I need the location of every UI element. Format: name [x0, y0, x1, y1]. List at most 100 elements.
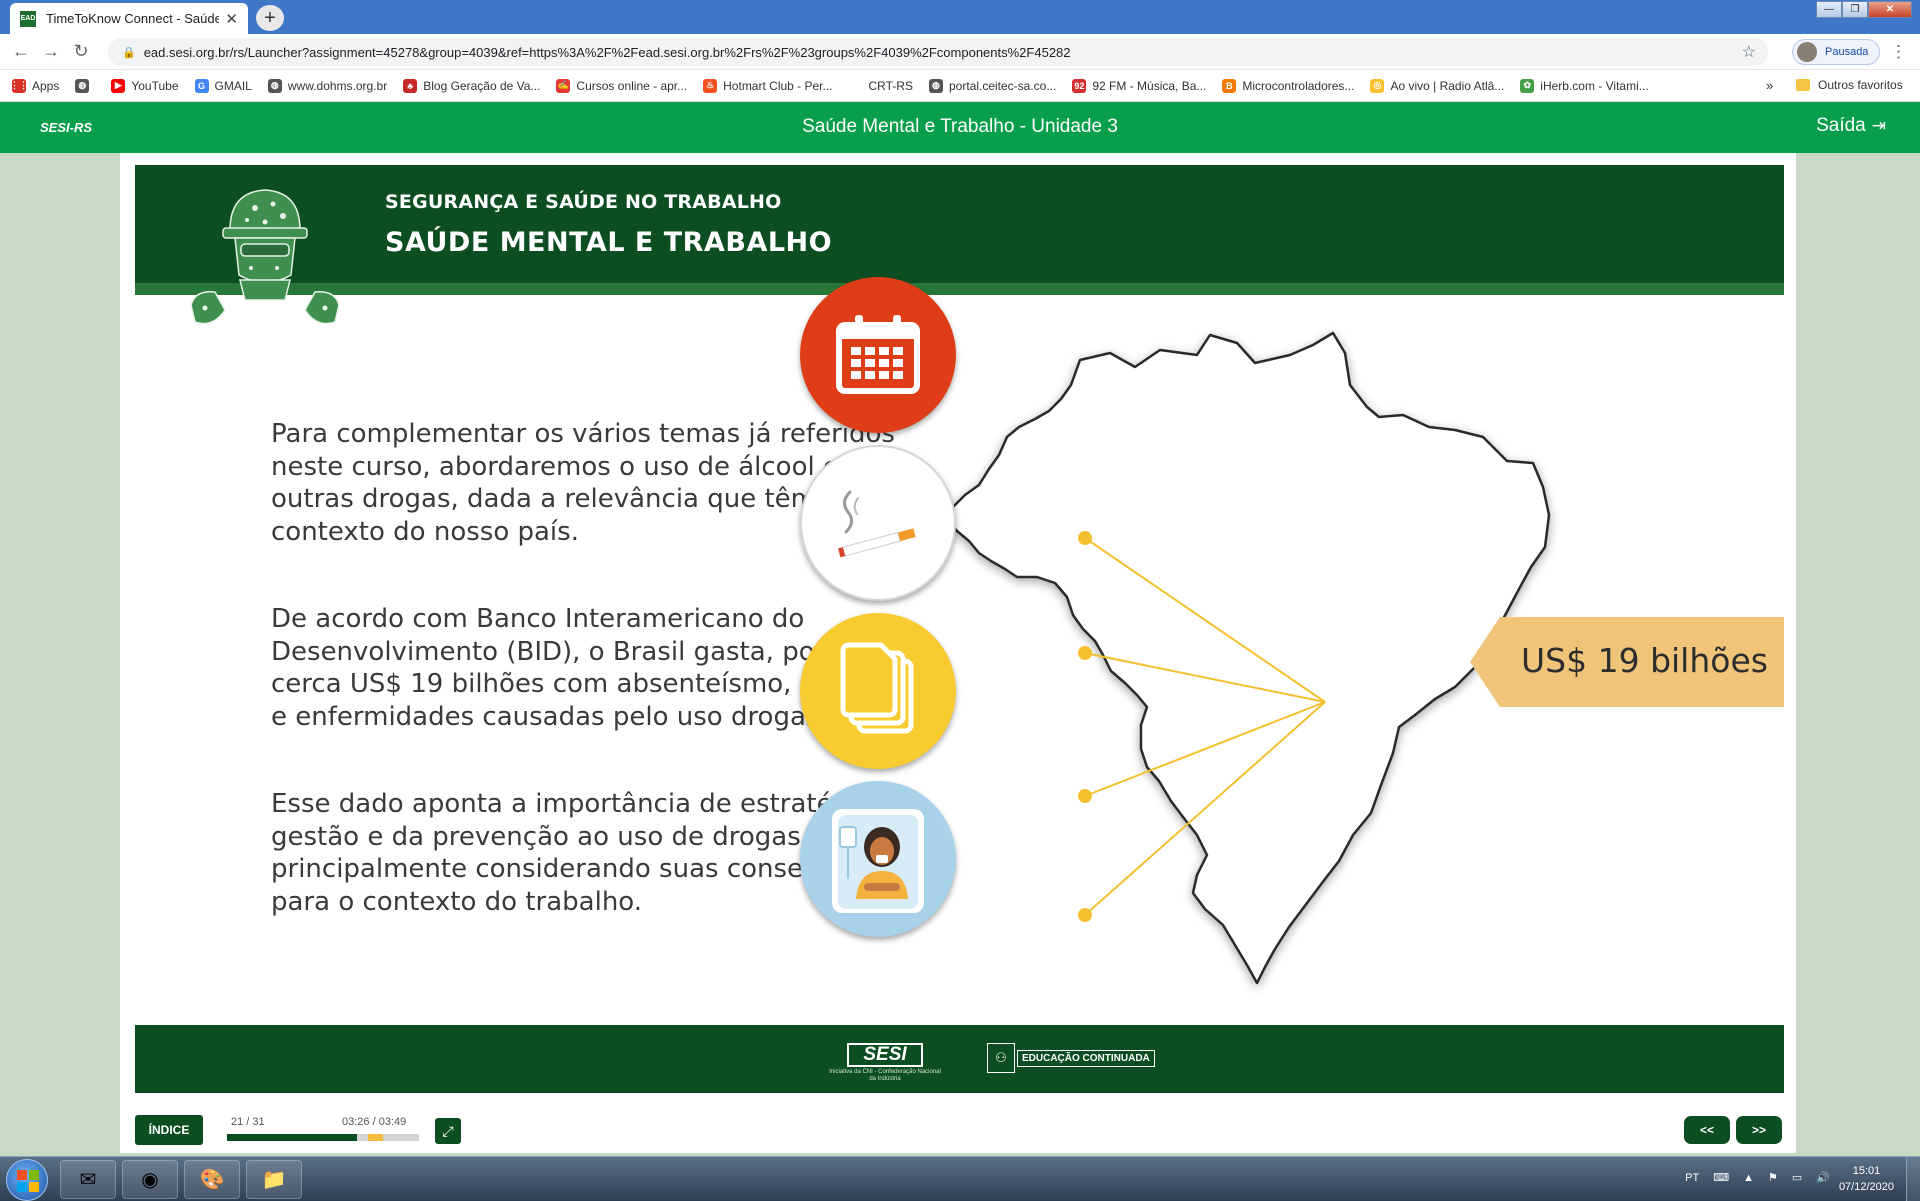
youtube-icon: ▶: [111, 78, 126, 93]
exit-button[interactable]: Saída ⇥: [1816, 115, 1886, 137]
bookmarks-bar: ⋮⋮ Apps ◍ ▶ YouTube G GMAIL ◍ www.dohms.org.br ♣ B…: [0, 70, 1920, 102]
bookmark-label: Apps: [32, 78, 60, 93]
maximize-button[interactable]: ❐: [1842, 1, 1868, 18]
menu-kebab-icon[interactable]: ⋮: [1890, 42, 1907, 62]
bookmarks-overflow-button[interactable]: »: [1766, 78, 1773, 93]
slide-kicker: SEGURANÇA E SAÚDE NO TRABALHO: [385, 191, 782, 213]
bookmark-item[interactable]: ◎ Ao vivo | Radio Atlâ...: [1370, 78, 1504, 93]
sesi-logo: SESI: [847, 1043, 923, 1067]
show-hidden-icons-icon[interactable]: ▲: [1743, 1172, 1754, 1184]
progress-fill: [227, 1134, 357, 1141]
language-indicator[interactable]: PT: [1685, 1172, 1699, 1184]
reload-icon[interactable]: ↻: [66, 41, 96, 62]
next-slide-button[interactable]: >>: [1736, 1116, 1782, 1144]
iherb-icon: ✿: [1520, 78, 1535, 93]
globe-icon: ◍: [75, 78, 90, 93]
window-close-button[interactable]: ✕: [1868, 1, 1912, 18]
globe-icon: ◍: [267, 78, 282, 93]
slide: SEGURANÇA E SAÚDE NO TRABALHO SAÚDE MENT…: [135, 165, 1784, 1093]
bookmark-item[interactable]: ◍: [75, 78, 95, 93]
tab-title: TimeToKnow Connect - Saúde M: [46, 11, 220, 26]
bookmark-item[interactable]: ✍ Cursos online - apr...: [556, 78, 687, 93]
bookmark-item[interactable]: ▶ YouTube: [111, 78, 179, 93]
bookmark-item[interactable]: B Microcontroladores...: [1222, 78, 1355, 93]
start-button[interactable]: [6, 1159, 48, 1201]
clock[interactable]: 15:01 07/12/2020: [1839, 1163, 1894, 1195]
clock-date: 07/12/2020: [1838, 1181, 1894, 1193]
bookmark-item[interactable]: CRT-RS: [848, 78, 913, 93]
clock-time: 15:01: [1852, 1165, 1881, 1177]
calendar-icon: [836, 315, 920, 394]
connector-dot-2: [1078, 646, 1092, 660]
tab-strip: EAD TimeToKnow Connect - Saúde M ✕ + — ❐…: [0, 0, 1920, 34]
bookmark-label: portal.ceitec-sa.co...: [948, 78, 1057, 93]
lock-icon: 🔒: [122, 46, 136, 59]
globe-icon: ◍: [928, 78, 943, 93]
google-icon: G: [194, 78, 209, 93]
profile-button[interactable]: Pausada: [1792, 39, 1880, 65]
blogger-icon: B: [1222, 78, 1237, 93]
radio-icon: ◎: [1370, 78, 1385, 93]
bookmark-item[interactable]: ♨ Hotmart Club - Per...: [703, 78, 833, 93]
flag-icon[interactable]: ⚑: [1768, 1171, 1778, 1184]
bookmark-item[interactable]: ♣ Blog Geração de Va...: [403, 78, 541, 93]
bookmark-list: ⋮⋮ Apps ◍ ▶ YouTube G GMAIL ◍ www.dohms.org.br ♣ B…: [10, 78, 1665, 93]
bookmark-item[interactable]: ◍ portal.ceitec-sa.co...: [928, 78, 1057, 93]
bookmark-star-icon[interactable]: ☆: [1742, 42, 1756, 62]
bookmark-item[interactable]: G GMAIL: [194, 78, 252, 93]
bookmark-item[interactable]: 92 92 FM - Música, Ba...: [1072, 78, 1206, 93]
bookmark-label: GMAIL: [214, 78, 252, 93]
player-header: SESI-RS Saúde Mental e Trabalho - Unidad…: [0, 102, 1920, 153]
paint-icon[interactable]: 🎨: [184, 1160, 240, 1199]
back-icon[interactable]: ←: [6, 41, 36, 62]
slide-footer: SESI Iniciativa da CNI - Confederação Na…: [135, 1025, 1784, 1093]
cigarette-circle: [800, 445, 956, 601]
other-bookmarks-button[interactable]: Outros favoritos: [1796, 78, 1903, 92]
show-desktop-button[interactable]: [1906, 1157, 1920, 1201]
outlook-icon[interactable]: ✉: [60, 1160, 116, 1199]
previous-slide-button[interactable]: <<: [1684, 1116, 1730, 1144]
apps-grid-icon: ⋮⋮: [10, 78, 28, 93]
helmet-mascot-icon: [190, 189, 340, 325]
bookmark-item[interactable]: ✿ iHerb.com - Vitami...: [1520, 78, 1649, 93]
avatar: [1797, 42, 1817, 62]
progress-remaining-marker: [368, 1134, 383, 1141]
network-icon[interactable]: ▭: [1792, 1171, 1802, 1184]
windows-taskbar: ✉ ◉ 🎨 📁 PT ⌨ ▲ ⚑ ▭ 🔊 15:01 07/12/2020: [0, 1156, 1920, 1201]
keyboard-icon[interactable]: ⌨: [1713, 1171, 1729, 1184]
close-tab-icon[interactable]: ✕: [225, 10, 238, 28]
ead-favicon-icon: EAD: [20, 10, 36, 27]
bookmark-label: Microcontroladores...: [1242, 78, 1355, 93]
bookmark-item[interactable]: ⋮⋮ Apps: [10, 78, 60, 93]
player-controls: [120, 1105, 1796, 1153]
documents-circle: [800, 613, 956, 769]
hotmart-icon: ♨: [703, 78, 718, 93]
minimize-button[interactable]: —: [1816, 1, 1842, 18]
cigarette-icon: [838, 490, 916, 558]
volume-icon[interactable]: 🔊: [1816, 1171, 1830, 1184]
connector-dot-1: [1078, 531, 1092, 545]
url-input[interactable]: 🔒 ead.sesi.org.br/rs/Launcher?assignment…: [108, 38, 1768, 66]
bookmark-label: Blog Geração de Va...: [423, 78, 541, 93]
file-explorer-icon[interactable]: 📁: [246, 1160, 302, 1199]
expand-icon: ⤢: [442, 1122, 454, 1139]
blank-icon: [848, 78, 863, 93]
window-controls: — ❐ ✕: [1816, 1, 1912, 18]
new-tab-button[interactable]: +: [256, 5, 284, 31]
forward-icon[interactable]: →: [36, 41, 66, 62]
browser-tab[interactable]: EAD TimeToKnow Connect - Saúde M ✕: [10, 3, 248, 34]
windows-logo-icon: [17, 1170, 39, 1192]
chrome-icon[interactable]: ◉: [122, 1160, 178, 1199]
bookmark-label: iHerb.com - Vitami...: [1540, 78, 1649, 93]
connector-dot-4: [1078, 908, 1092, 922]
fullscreen-button[interactable]: ⤢: [435, 1118, 461, 1144]
profile-label: Pausada: [1825, 46, 1869, 58]
index-button[interactable]: ÍNDICE: [135, 1115, 203, 1145]
exit-label: Saída: [1816, 115, 1866, 136]
bookmark-item[interactable]: ◍ www.dohms.org.br: [267, 78, 387, 93]
educacao-continuada-logo: ⚇ EDUCAÇÃO CONTINUADA: [987, 1043, 1155, 1073]
progress-bar[interactable]: [227, 1134, 419, 1141]
url-text: ead.sesi.org.br/rs/Launcher?assignment=4…: [143, 44, 1071, 60]
exit-icon: ⇥: [1871, 116, 1886, 135]
system-tray: PT ⌨ ▲ ⚑ ▭ 🔊: [1671, 1171, 1830, 1185]
